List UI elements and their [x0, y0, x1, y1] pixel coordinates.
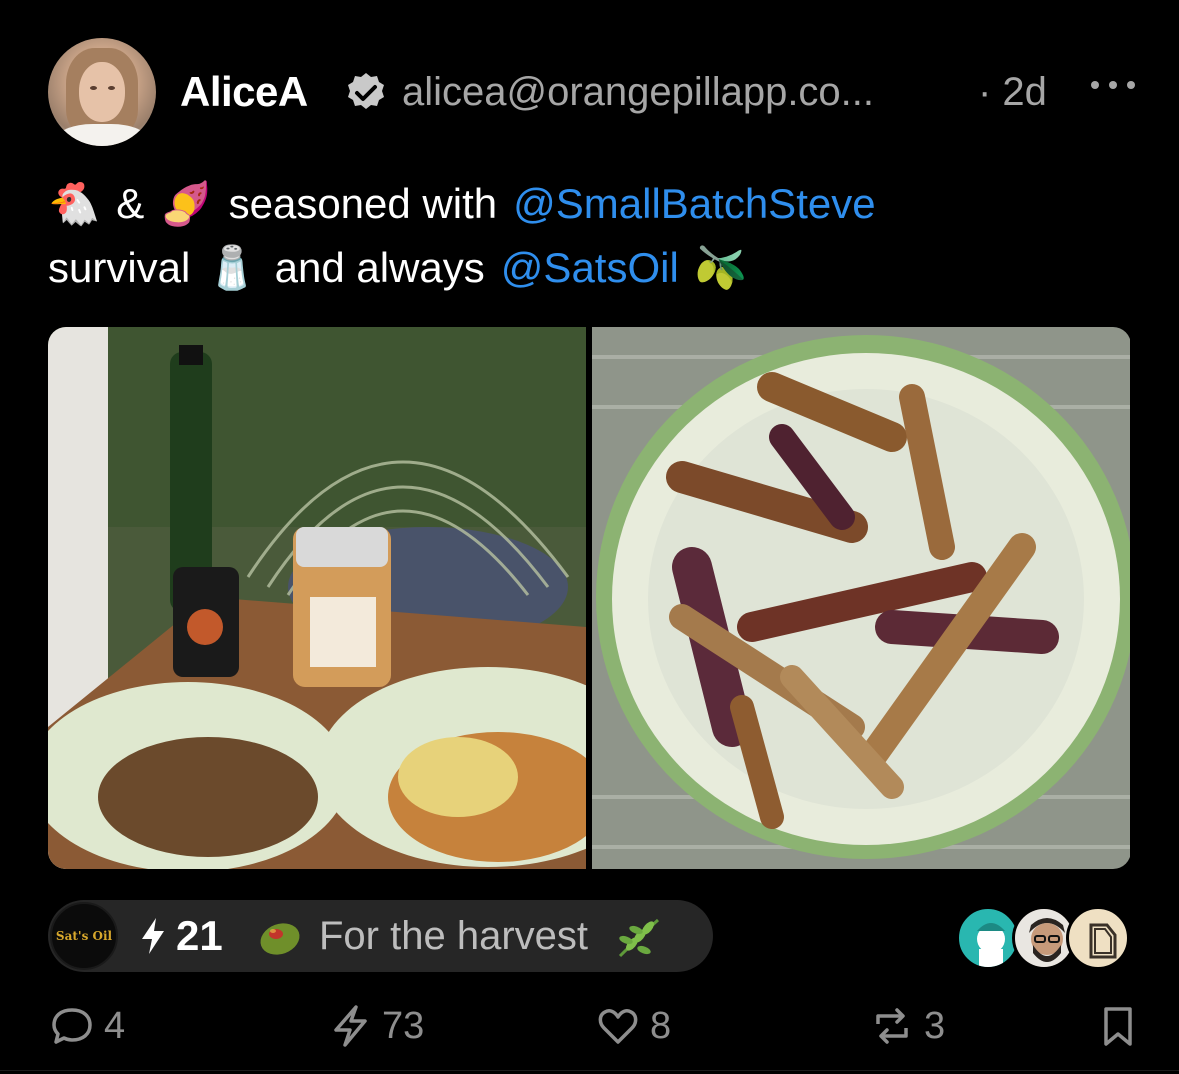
zap-button[interactable]: 73 [328, 1002, 424, 1050]
ampersand-text: & [116, 180, 145, 227]
sweet-potato-emoji: 🍠 [160, 180, 213, 227]
post-timestamp[interactable]: · 2d [978, 70, 1047, 115]
chicken-emoji: 🐔 [48, 180, 101, 227]
photo-sweet-potato-fries[interactable] [592, 327, 1130, 869]
olive-emoji: 🫒 [694, 244, 748, 291]
author-avatar[interactable] [48, 38, 156, 146]
lightning-icon [334, 1005, 367, 1047]
content-text-2: survival [48, 244, 191, 291]
heart-icon [598, 1009, 638, 1044]
salt-emoji: 🧂 [206, 244, 259, 291]
zap-message: For the harvest [319, 914, 589, 958]
repost-icon [876, 1008, 908, 1044]
mention-smallbatchsteve[interactable]: @SmallBatchSteve [513, 172, 875, 236]
content-text-1: seasoned with [228, 180, 498, 227]
repost-button[interactable]: 3 [870, 1002, 945, 1050]
content-text-3: and always [274, 244, 485, 291]
herb-icon [618, 918, 660, 958]
post-divider [0, 1070, 1179, 1071]
mention-satsoil[interactable]: @SatsOil [501, 236, 679, 300]
olive-icon [260, 923, 300, 955]
like-button[interactable]: 8 [596, 1002, 671, 1050]
author-handle[interactable]: alicea@orangepillapp.co... [402, 70, 874, 115]
post-content: 🐔 & 🍠 seasoned with @SmallBatchSteve sur… [48, 172, 1138, 300]
more-options-icon[interactable] [1088, 78, 1138, 92]
verified-badge-icon [348, 73, 384, 109]
bookmark-icon [1104, 1007, 1132, 1046]
zap-sender-avatar[interactable]: Sat's Oil [50, 902, 118, 970]
like-count: 8 [650, 1004, 672, 1047]
zapper-avatar-3[interactable] [1066, 906, 1130, 970]
bookmark-button[interactable] [1096, 1002, 1140, 1050]
author-name[interactable]: AliceA [180, 68, 308, 116]
reply-count: 4 [104, 1004, 126, 1047]
reply-button[interactable]: 4 [50, 1002, 125, 1050]
media-gallery [48, 327, 1131, 869]
photo-bottle-and-chicken[interactable] [48, 327, 586, 869]
reply-icon [52, 1008, 92, 1044]
zap-amount: 21 [176, 912, 223, 959]
repost-count: 3 [924, 1004, 946, 1047]
zap-sender-label: Sat's Oil [55, 929, 113, 943]
zap-count: 73 [382, 1004, 425, 1047]
zapper-avatar-1[interactable] [956, 906, 1020, 970]
zap-bolt-icon [142, 918, 164, 954]
post-card[interactable]: AliceA alicea@orangepillapp.co... · 2d 🐔… [0, 0, 1179, 1074]
